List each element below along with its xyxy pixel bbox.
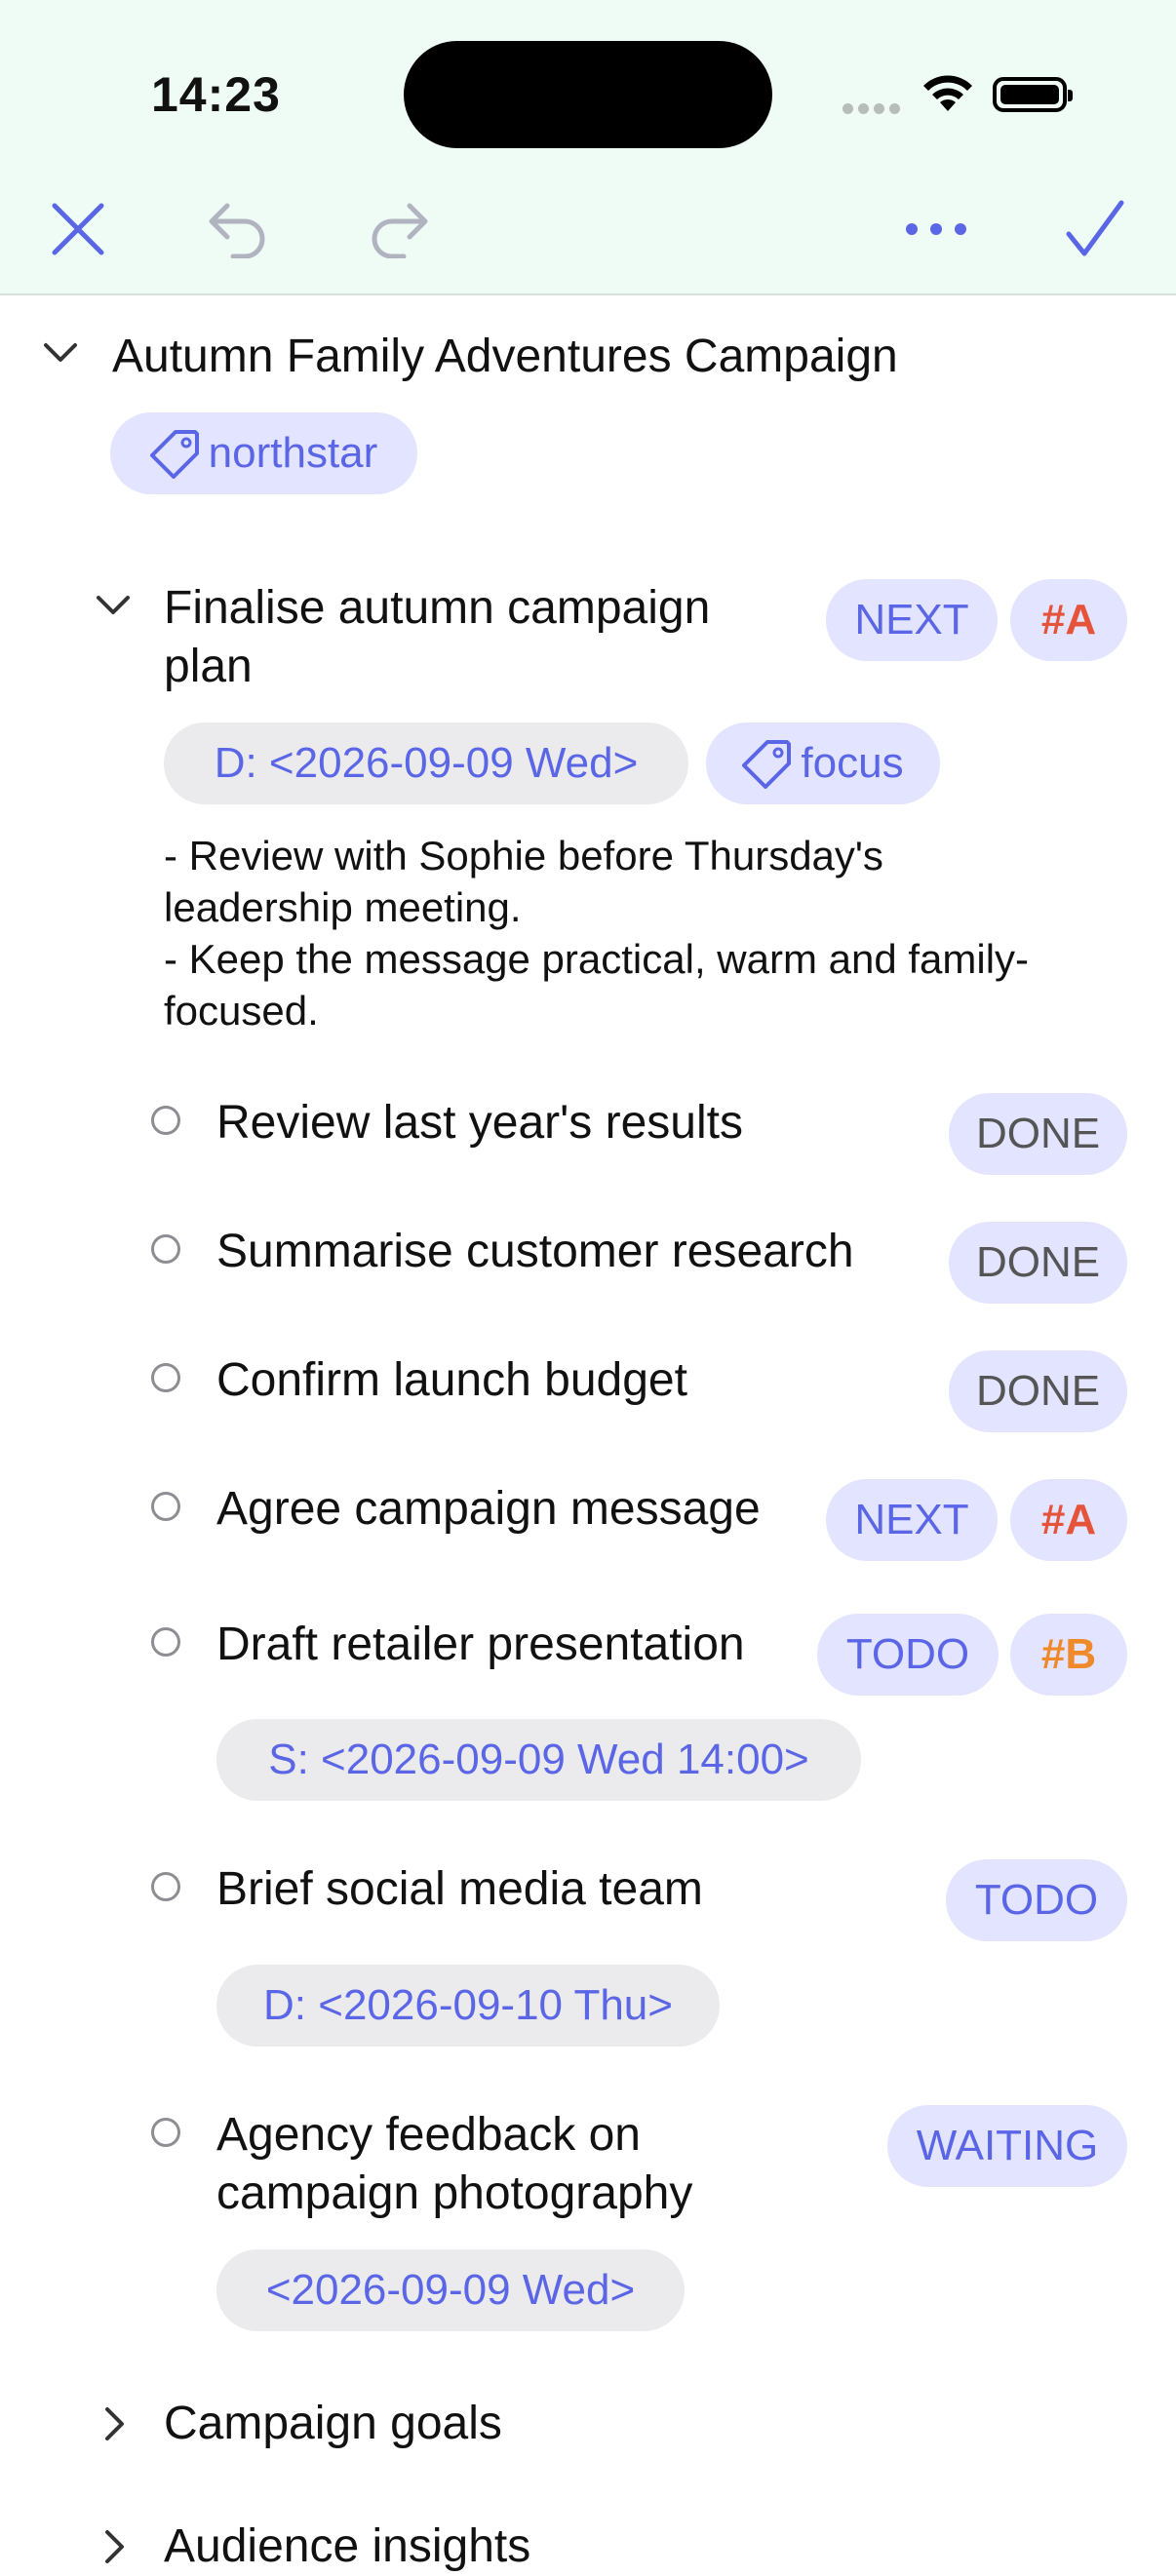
subtask-title[interactable]: Agency feedback on campaign photography <box>216 2106 692 2223</box>
battery-icon <box>993 77 1073 112</box>
subtask-title-line: campaign photography <box>216 2167 693 2219</box>
tag-icon <box>149 430 199 479</box>
priority-badge[interactable]: #A <box>1010 579 1127 661</box>
state-badge[interactable]: TODO <box>817 1614 999 1696</box>
wifi-icon <box>923 75 972 111</box>
subtask-title[interactable]: Confirm launch budget <box>216 1351 687 1410</box>
dynamic-island <box>404 41 772 148</box>
checkmark-icon <box>1066 200 1124 256</box>
subtask-bullet-icon <box>151 1872 180 1901</box>
tag-label: focus <box>801 739 904 787</box>
confirm-button[interactable] <box>1058 195 1132 263</box>
subtask-bullet-icon <box>151 1234 180 1264</box>
deadline-chip[interactable]: D: <2026-09-10 Thu> <box>216 1965 720 2047</box>
redo-arrow-icon <box>372 203 428 258</box>
subtask-bullet-icon <box>151 2118 180 2147</box>
tag-chip[interactable]: focus <box>706 722 940 804</box>
state-badge[interactable]: DONE <box>949 1093 1127 1175</box>
state-badge[interactable]: DONE <box>949 1222 1127 1304</box>
cellular-signal-icon <box>843 101 905 119</box>
undo-button[interactable] <box>200 195 274 263</box>
subtask-bullet-icon <box>151 1363 180 1392</box>
task-title[interactable]: Finalise autumn campaign plan <box>164 579 710 696</box>
state-badge[interactable]: NEXT <box>826 579 998 661</box>
subtask-title-line: Agency feedback on <box>216 2109 641 2161</box>
subtask-bullet-icon <box>151 1106 180 1135</box>
state-badge[interactable]: DONE <box>949 1350 1127 1432</box>
section-title[interactable]: Campaign goals <box>164 2395 502 2453</box>
state-badge[interactable]: NEXT <box>826 1479 998 1561</box>
scheduled-chip[interactable]: S: <2026-09-09 Wed 14:00> <box>216 1719 861 1801</box>
ellipsis-icon <box>906 223 966 235</box>
chevron-right-icon[interactable] <box>103 2406 127 2441</box>
priority-badge[interactable]: #B <box>1010 1614 1127 1696</box>
subtask-title[interactable]: Summarise customer research <box>216 1223 854 1281</box>
top-bar: 14:23 <box>0 0 1176 295</box>
chevron-down-icon[interactable] <box>43 341 78 365</box>
timestamp-chip[interactable]: <2026-09-09 Wed> <box>216 2249 685 2331</box>
state-badge[interactable]: WAITING <box>887 2105 1127 2187</box>
state-badge[interactable]: TODO <box>946 1859 1127 1941</box>
subtask-bullet-icon <box>151 1627 180 1657</box>
task-title-line: plan <box>164 641 253 692</box>
tag-label: northstar <box>208 429 378 477</box>
undo-arrow-icon <box>209 203 265 258</box>
subtask-bullet-icon <box>151 1492 180 1521</box>
chevron-down-icon[interactable] <box>96 594 131 617</box>
status-time: 14:23 <box>151 67 281 122</box>
redo-button[interactable] <box>363 195 437 263</box>
task-notes[interactable]: - Review with Sophie before Thursday's l… <box>164 830 1149 1036</box>
subtask-title[interactable]: Draft retailer presentation <box>216 1616 745 1674</box>
tag-chip[interactable]: northstar <box>110 412 417 494</box>
close-button[interactable] <box>44 195 112 263</box>
campaign-title[interactable]: Autumn Family Adventures Campaign <box>112 328 898 386</box>
chevron-right-icon[interactable] <box>103 2529 127 2564</box>
section-title[interactable]: Audience insights <box>164 2517 530 2576</box>
deadline-chip[interactable]: D: <2026-09-09 Wed> <box>164 722 688 804</box>
more-options-button[interactable] <box>897 195 975 263</box>
subtask-title[interactable]: Brief social media team <box>216 1860 703 1919</box>
subtask-title[interactable]: Review last year's results <box>216 1094 743 1152</box>
tag-icon <box>742 740 792 789</box>
subtask-title[interactable]: Agree campaign message <box>216 1480 761 1539</box>
priority-badge[interactable]: #A <box>1010 1479 1127 1561</box>
task-title-line: Finalise autumn campaign <box>164 582 711 634</box>
x-icon <box>52 203 104 255</box>
